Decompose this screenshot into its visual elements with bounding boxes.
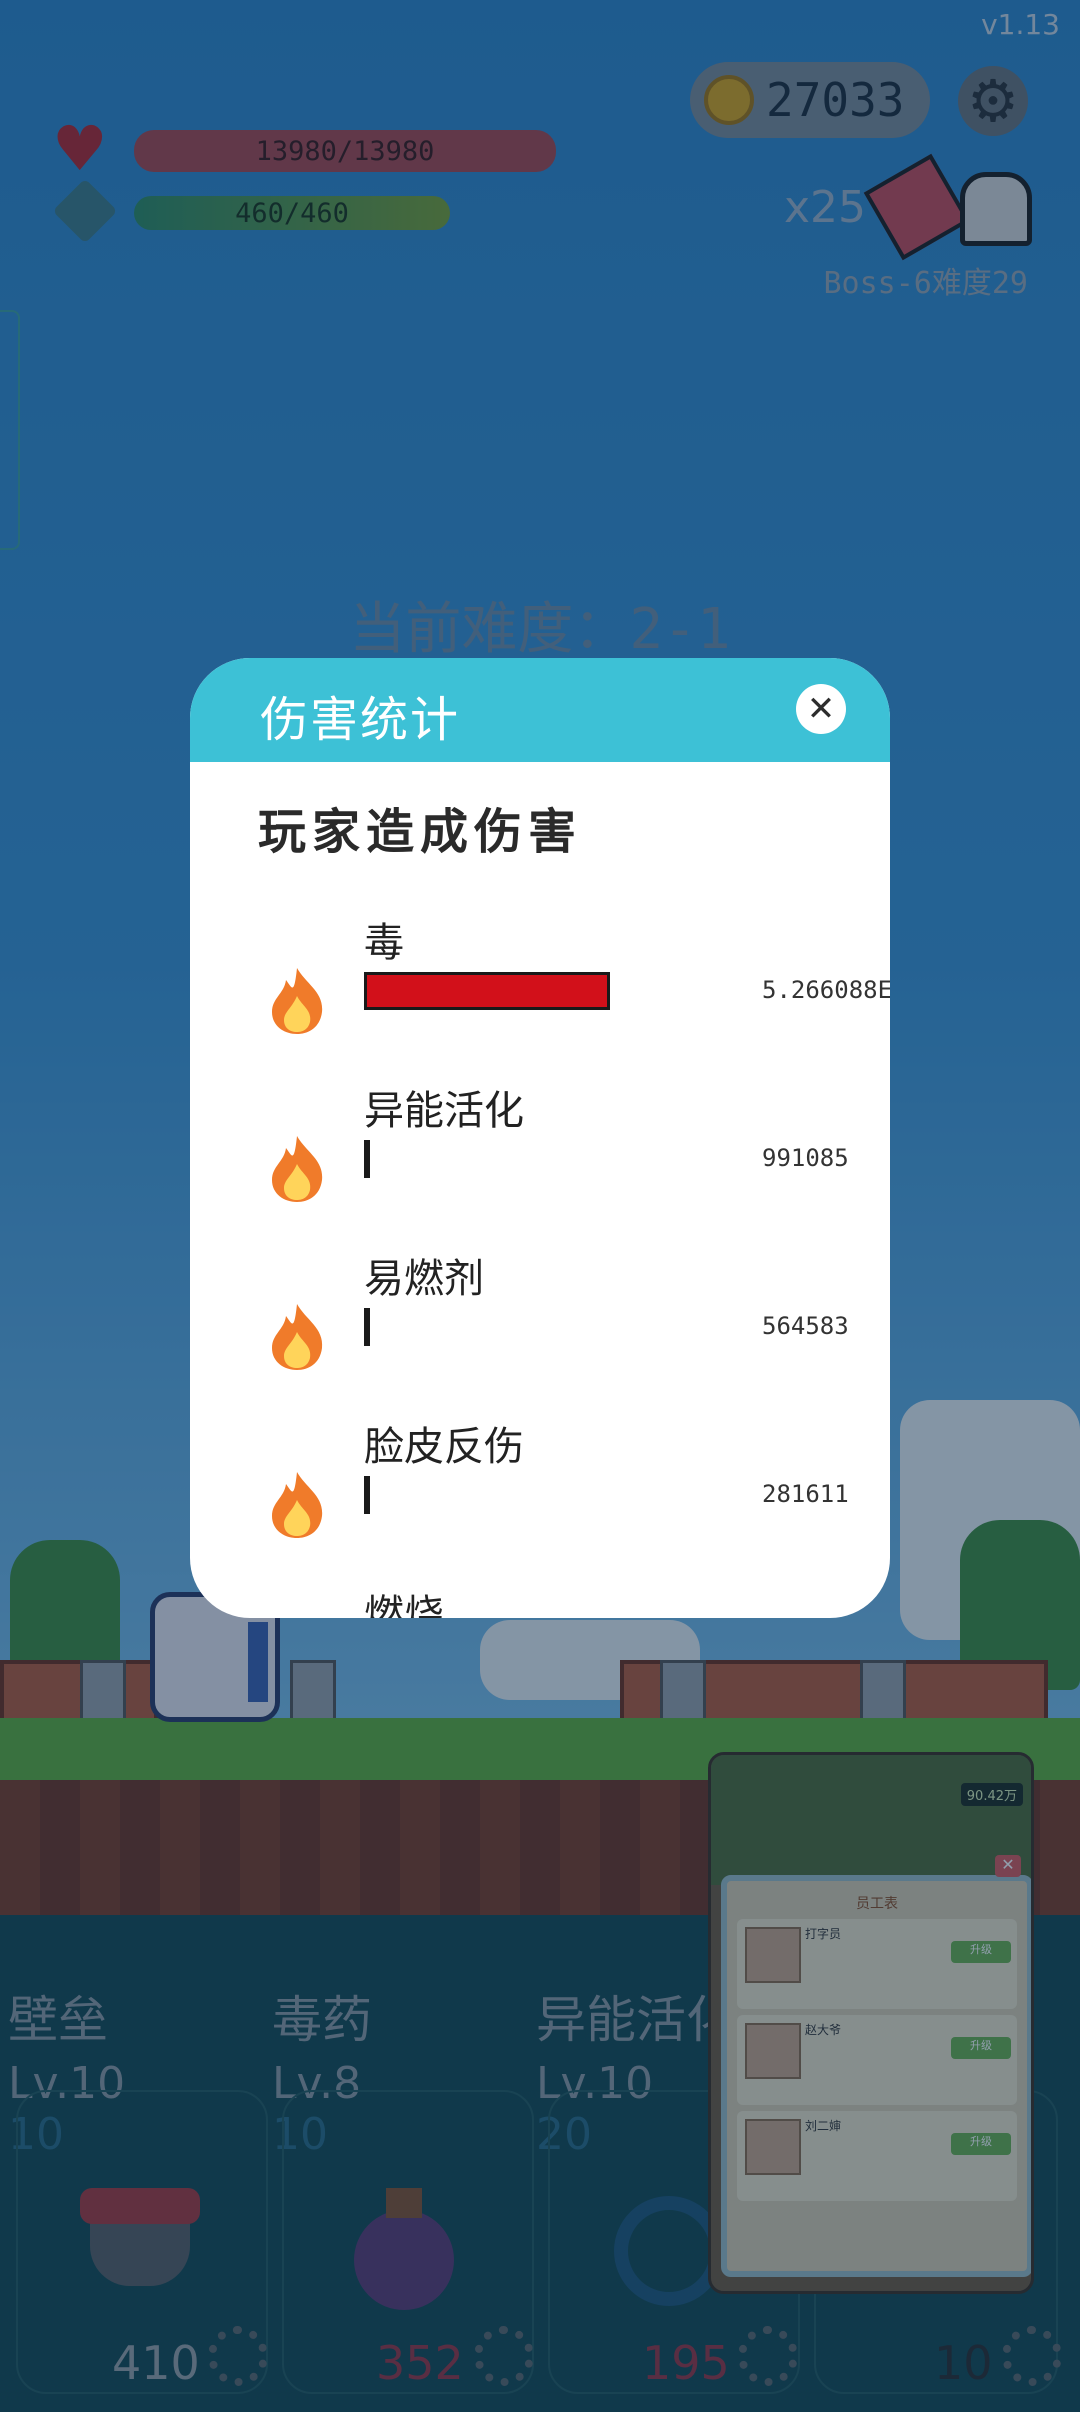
damage-value: 991085: [762, 1144, 849, 1172]
popup-subtitle: 玩家造成伤害: [258, 804, 583, 860]
close-icon[interactable]: ✕: [796, 684, 846, 734]
flame-icon: [266, 1470, 328, 1540]
damage-value: 5.266088E+: [762, 976, 890, 1004]
damage-source-name: 毒: [364, 920, 404, 966]
damage-row: 毒 5.266088E+: [190, 908, 890, 1076]
damage-source-name: 异能活化: [364, 1088, 524, 1134]
damage-row: 燃烧: [190, 1580, 890, 1618]
damage-row: 异能活化 991085: [190, 1076, 890, 1244]
damage-source-name: 易燃剂: [364, 1256, 484, 1302]
damage-row: 易燃剂 564583: [190, 1244, 890, 1412]
flame-icon: [266, 1302, 328, 1372]
damage-bar: [364, 1308, 370, 1346]
damage-bar: [364, 1476, 370, 1514]
damage-bar: [364, 972, 610, 1010]
damage-source-name: 脸皮反伤: [364, 1424, 524, 1470]
damage-row: 脸皮反伤 281611: [190, 1412, 890, 1580]
damage-bar: [364, 1140, 370, 1178]
popup-header: 伤害统计 ✕: [190, 658, 890, 762]
damage-value: 564583: [762, 1312, 849, 1340]
damage-source-name: 燃烧: [364, 1592, 444, 1618]
damage-stats-popup: 伤害统计 ✕ 玩家造成伤害 毒 5.266088E+ 异能活化 991085 易燃剂 56…: [190, 658, 890, 1618]
flame-icon: [266, 1134, 328, 1204]
damage-value: 281611: [762, 1480, 849, 1508]
popup-title: 伤害统计: [260, 692, 461, 748]
flame-icon: [266, 966, 328, 1036]
